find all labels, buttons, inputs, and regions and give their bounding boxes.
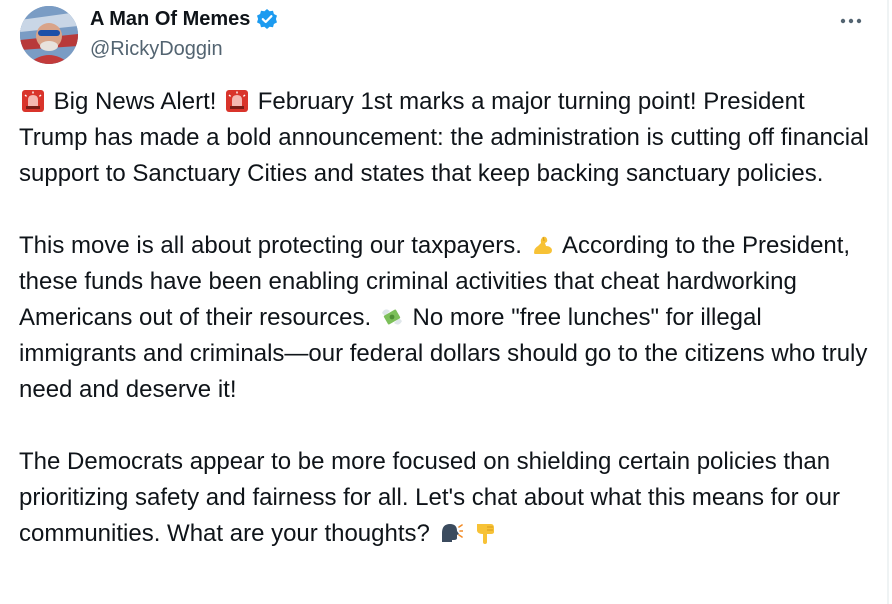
tweet-header: A Man Of Memes @RickyDoggin: [20, 6, 870, 68]
tweet-paragraph: This move is all about protecting our ta…: [19, 228, 879, 408]
author-handle[interactable]: @RickyDoggin: [90, 36, 278, 62]
tweet-text-segment: Big News Alert!: [53, 88, 217, 115]
pointing-down-icon: [473, 521, 497, 545]
money-with-wings-icon: [380, 305, 404, 329]
siren-icon: [225, 89, 249, 113]
tweet-body: Big News Alert! February 1st marks a maj…: [19, 84, 879, 552]
right-border: [887, 0, 889, 604]
tweet-text-segment: The Democrats appear to be more focused …: [19, 448, 840, 547]
more-options-icon[interactable]: [834, 8, 868, 34]
tweet-paragraph: The Democrats appear to be more focused …: [19, 444, 879, 552]
siren-icon: [21, 89, 45, 113]
avatar[interactable]: [20, 6, 78, 64]
speaking-head-icon: [439, 521, 463, 545]
flexed-biceps-icon: [531, 233, 555, 257]
tweet-paragraph: Big News Alert! February 1st marks a maj…: [19, 84, 879, 192]
tweet-text-segment: This move is all about protecting our ta…: [19, 232, 522, 259]
author-display-name[interactable]: A Man Of Memes: [90, 6, 250, 32]
verified-badge-icon: [256, 8, 278, 30]
